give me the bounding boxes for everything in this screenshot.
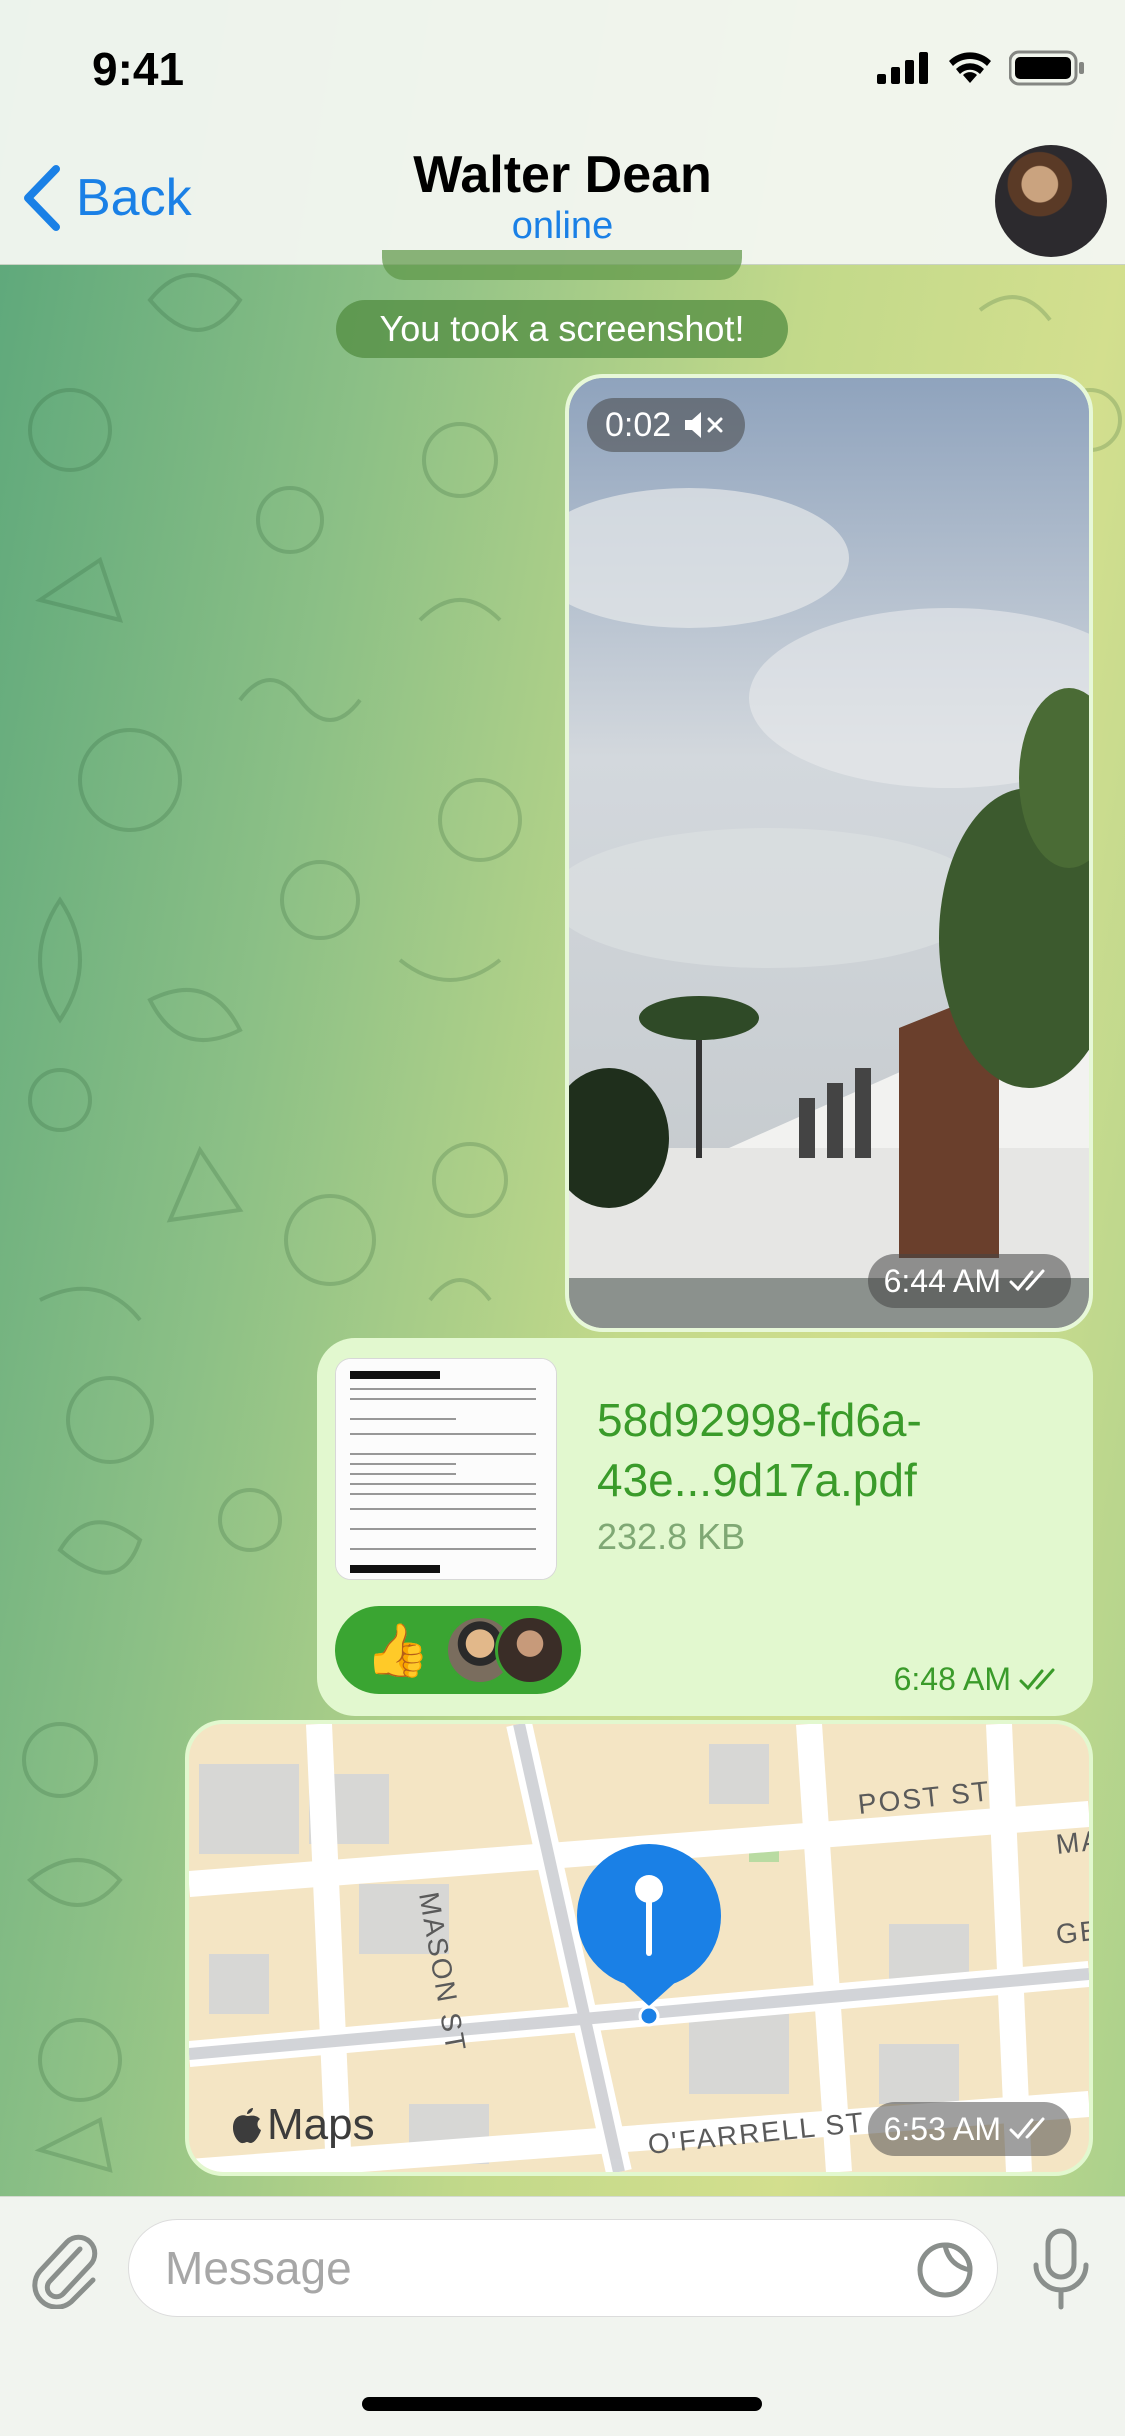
file-message[interactable]: 58d92998-fd6a-43e...9d17a.pdf 232.8 KB 👍… [317, 1338, 1093, 1716]
location-message[interactable]: POST ST MASON ST O'FARRELL ST GE MA Maps [185, 1720, 1093, 2176]
document-preview [336, 1359, 556, 1579]
service-message: You took a screenshot! [336, 300, 788, 358]
battery-icon [1009, 50, 1084, 86]
home-indicator [362, 2397, 762, 2411]
message-field[interactable] [128, 2219, 998, 2317]
file-timestamp: 6:48 AM [894, 1661, 1065, 1698]
pdf-thumbnail[interactable] [335, 1358, 557, 1580]
chat-header: 9:41 Back Walter Dean online [0, 0, 1125, 265]
double-check-icon [1019, 1668, 1055, 1690]
wifi-icon [949, 52, 991, 83]
video-duration: 0:02 [605, 405, 672, 444]
video-thumbnail: 0:02 6:44 AM [569, 378, 1089, 1328]
status-icons [877, 50, 1085, 86]
sticker-button[interactable] [915, 2240, 975, 2305]
maps-logo: Maps [231, 2100, 375, 2150]
reaction-avatar [495, 1615, 565, 1685]
sticker-icon [917, 2242, 973, 2298]
chat-status: online [511, 205, 614, 247]
file-time-text: 6:48 AM [893, 1661, 1011, 1697]
map-preview[interactable]: POST ST MASON ST O'FARRELL ST GE MA Maps [189, 1724, 1089, 2172]
video-scene [569, 378, 1089, 1328]
paperclip-icon [32, 2234, 98, 2310]
service-message-partial [382, 250, 742, 280]
microphone-icon [1033, 2228, 1089, 2310]
chat-title[interactable]: Walter Dean [0, 145, 1125, 205]
status-time: 9:41 [92, 43, 185, 95]
maps-logo-label: Maps [267, 2100, 375, 2149]
file-size: 232.8 KB [597, 1516, 746, 1557]
street-label-ge: GE [1054, 1914, 1089, 1949]
street-label-ma: MA [1054, 1824, 1089, 1860]
apple-logo-icon [233, 2108, 261, 2144]
attach-button[interactable] [30, 2231, 100, 2314]
video-time-text: 6:44 AM [883, 1262, 1001, 1299]
video-timestamp: 6:44 AM [867, 1254, 1071, 1308]
file-name[interactable]: 58d92998-fd6a-43e...9d17a.pdf [597, 1390, 1067, 1510]
signal-icon [877, 52, 928, 84]
reaction-pill[interactable]: 👍 [335, 1606, 581, 1694]
video-message[interactable]: 0:02 6:44 AM [565, 374, 1093, 1332]
message-input[interactable] [165, 2220, 865, 2316]
muted-speaker-icon [685, 412, 723, 438]
thumbs-up-reaction: 👍 [365, 1621, 430, 1680]
video-duration-badge[interactable]: 0:02 [587, 398, 746, 452]
double-check-icon [1009, 2117, 1045, 2140]
map-time-text: 6:53 AM [883, 2110, 1001, 2147]
voice-record-button[interactable] [1030, 2227, 1092, 2316]
map-timestamp: 6:53 AM [867, 2102, 1071, 2156]
double-check-icon [1009, 1269, 1045, 1292]
avatar[interactable] [995, 145, 1107, 257]
